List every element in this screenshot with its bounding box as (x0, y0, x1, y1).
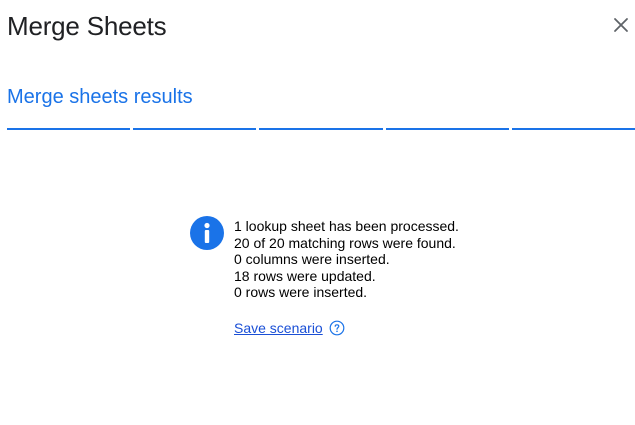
save-scenario-row: Save scenario (234, 319, 459, 337)
step-segment-5 (511, 128, 635, 130)
info-icon (190, 216, 224, 250)
result-line-rows-updated: 18 rows were updated. (234, 267, 376, 284)
step-segment-3 (259, 128, 383, 130)
step-segment-4 (385, 128, 509, 130)
result-line-rows-inserted: 0 rows were inserted. (234, 284, 368, 300)
step-segment-2 (133, 128, 257, 130)
section-title: Merge sheets results (7, 86, 193, 108)
help-circle-icon[interactable] (329, 320, 345, 336)
dialog-title: Merge Sheets (7, 11, 167, 41)
step-segment-1 (7, 128, 131, 130)
results-summary: 1 lookup sheet has been processed. 20 of… (190, 216, 459, 337)
results-text: 1 lookup sheet has been processed. 20 of… (234, 216, 459, 337)
result-line-columns-inserted: 0 columns were inserted. (234, 251, 390, 267)
progress-stepper (7, 128, 635, 130)
result-line-matching-rows: 20 of 20 matching rows were found. (234, 234, 456, 251)
save-scenario-link[interactable]: Save scenario (234, 319, 323, 337)
result-line-sheets-processed: 1 lookup sheet has been processed. (234, 218, 459, 234)
close-icon[interactable] (610, 14, 632, 36)
